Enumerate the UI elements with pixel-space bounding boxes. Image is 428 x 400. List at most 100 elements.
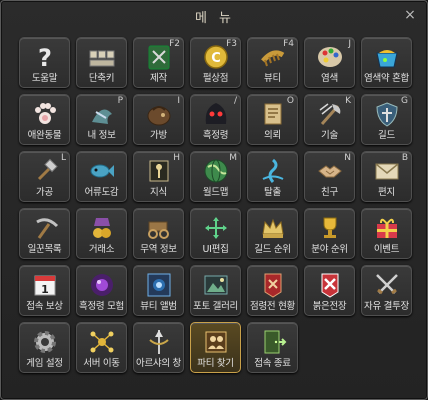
- menu-label: 친구: [321, 187, 338, 198]
- menu-label: 게임 설정: [26, 358, 63, 369]
- knowledge-icon: [145, 157, 173, 185]
- paw-icon: [31, 100, 59, 128]
- menu-button-quest-scroll[interactable]: O 의뢰: [247, 94, 298, 145]
- guild-shield-icon: [373, 100, 401, 128]
- menu-button-black-spirit[interactable]: / 흑정령: [190, 94, 241, 145]
- menu-label: 뷰티: [264, 73, 281, 84]
- menu-label: 무역 정보: [140, 244, 177, 255]
- shortcut-key: I: [177, 96, 180, 106]
- menu-label: 포토 갤러리: [193, 301, 238, 312]
- menu-button-photo[interactable]: 포토 갤러리: [190, 265, 241, 316]
- menu-label: 애완동물: [27, 130, 62, 141]
- character-icon: [88, 100, 116, 128]
- red-battlefield-icon: [316, 271, 344, 299]
- arsha-spear-icon: [145, 328, 173, 356]
- svg-text:1: 1: [41, 283, 49, 296]
- menu-label: 길드 순위: [254, 244, 291, 255]
- market-icon: [88, 214, 116, 242]
- menu-button-comb[interactable]: F4 뷰티: [247, 37, 298, 88]
- palette-icon: [316, 43, 344, 71]
- menu-button-globe[interactable]: M 월드맵: [190, 151, 241, 202]
- keyboard-icon: [88, 43, 116, 71]
- menu-button-market[interactable]: 거래소: [76, 208, 127, 259]
- menu-button-dye-mix[interactable]: 염색약 혼합: [361, 37, 412, 88]
- menu-label: 제작: [150, 73, 167, 84]
- menu-label: 월드맵: [202, 187, 229, 198]
- shortcut-key: P: [117, 96, 123, 106]
- menu-button-question[interactable]: ? 도움말: [19, 37, 70, 88]
- escape-icon: [259, 157, 287, 185]
- menu-label: 염색: [321, 73, 338, 84]
- menu-label: 흑정령: [202, 130, 229, 141]
- menu-label: 어류도감: [84, 187, 119, 198]
- mail-icon: [373, 157, 401, 185]
- exit-door-icon: [259, 328, 287, 356]
- menu-button-crossed-swords[interactable]: 자유 결투장: [361, 265, 412, 316]
- menu-label: 접속 보상: [26, 301, 63, 312]
- menu-label: UI편집: [202, 244, 229, 255]
- menu-button-album[interactable]: 뷰티 앨범: [133, 265, 184, 316]
- menu-button-fish[interactable]: 어류도감: [76, 151, 127, 202]
- menu-button-calendar[interactable]: 1 접속 보상: [19, 265, 70, 316]
- menu-label: 도움말: [31, 73, 58, 84]
- black-spirit-icon: [202, 100, 230, 128]
- shortcut-key: /: [233, 96, 237, 106]
- fish-icon: [88, 157, 116, 185]
- dark-orb-icon: [88, 271, 116, 299]
- menu-button-exit-door[interactable]: 접속 종료: [247, 322, 298, 373]
- menu-label: 편지: [378, 187, 395, 198]
- party-search-icon: [202, 328, 230, 356]
- shortcut-key: F3: [226, 39, 237, 49]
- menu-button-handshake[interactable]: N 친구: [304, 151, 355, 202]
- menu-button-crown[interactable]: 길드 순위: [247, 208, 298, 259]
- crown-icon: [259, 214, 287, 242]
- menu-button-paw[interactable]: 애완동물: [19, 94, 70, 145]
- menu-button-gear[interactable]: 게임 설정: [19, 322, 70, 373]
- menu-button-palette[interactable]: J 염색: [304, 37, 355, 88]
- menu-button-pickaxe[interactable]: 일꾼목록: [19, 208, 70, 259]
- siege-banner-icon: [259, 271, 287, 299]
- menu-button-red-battlefield[interactable]: 붉은전장: [304, 265, 355, 316]
- gear-icon: [31, 328, 59, 356]
- globe-icon: [202, 157, 230, 185]
- shortcut-key: M: [229, 153, 237, 163]
- menu-label: 길드: [378, 130, 395, 141]
- shortcut-key: L: [60, 153, 66, 163]
- menu-button-guild-shield[interactable]: G 길드: [361, 94, 412, 145]
- menu-button-move-arrows[interactable]: UI편집: [190, 208, 241, 259]
- menu-button-knowledge[interactable]: H 지식: [133, 151, 184, 202]
- menu-button-siege-banner[interactable]: 점령전 현황: [247, 265, 298, 316]
- menu-button-character[interactable]: P 내 정보: [76, 94, 127, 145]
- close-icon[interactable]: ×: [403, 8, 417, 22]
- menu-label: 탈출: [264, 187, 281, 198]
- menu-label: 서버 이동: [83, 358, 120, 369]
- menu-button-keyboard[interactable]: 단축키: [76, 37, 127, 88]
- menu-label: 분야 순위: [311, 244, 348, 255]
- menu-button-party-search[interactable]: 파티 찾기: [190, 322, 241, 373]
- menu-button-dark-orb[interactable]: 흑정령 모험: [76, 265, 127, 316]
- menu-grid: ? 도움말 단축키 F2 제작 C F3 펄상점 F4 뷰티 J 염색 염색약 혼합 애완동물 P 내 정보 I…: [19, 37, 412, 373]
- shortcut-key: G: [401, 96, 408, 106]
- menu-button-escape[interactable]: 탈출: [247, 151, 298, 202]
- menu-button-bag[interactable]: I 가방: [133, 94, 184, 145]
- menu-label: 이벤트: [373, 244, 400, 255]
- menu-button-trophy[interactable]: 분야 순위: [304, 208, 355, 259]
- menu-label: 흑정령 모험: [79, 301, 124, 312]
- shortcut-key: O: [286, 96, 294, 106]
- menu-label: 펄상점: [202, 73, 229, 84]
- menu-label: 붉은전장: [312, 301, 347, 312]
- shortcut-key: B: [401, 153, 408, 163]
- trophy-icon: [316, 214, 344, 242]
- menu-button-server-nodes[interactable]: 서버 이동: [76, 322, 127, 373]
- menu-label: 접속 종료: [254, 358, 291, 369]
- menu-button-hammer[interactable]: L 가공: [19, 151, 70, 202]
- menu-button-mail[interactable]: B 편지: [361, 151, 412, 202]
- menu-button-wagon[interactable]: 무역 정보: [133, 208, 184, 259]
- menu-button-skill-axe[interactable]: K 기술: [304, 94, 355, 145]
- menu-button-arsha-spear[interactable]: 아르샤의 창: [133, 322, 184, 373]
- menu-button-craft-book[interactable]: F2 제작: [133, 37, 184, 88]
- menu-button-pearl-coin[interactable]: C F3 펄상점: [190, 37, 241, 88]
- handshake-icon: [316, 157, 344, 185]
- menu-label: 거래소: [88, 244, 115, 255]
- menu-button-gift[interactable]: 이벤트: [361, 208, 412, 259]
